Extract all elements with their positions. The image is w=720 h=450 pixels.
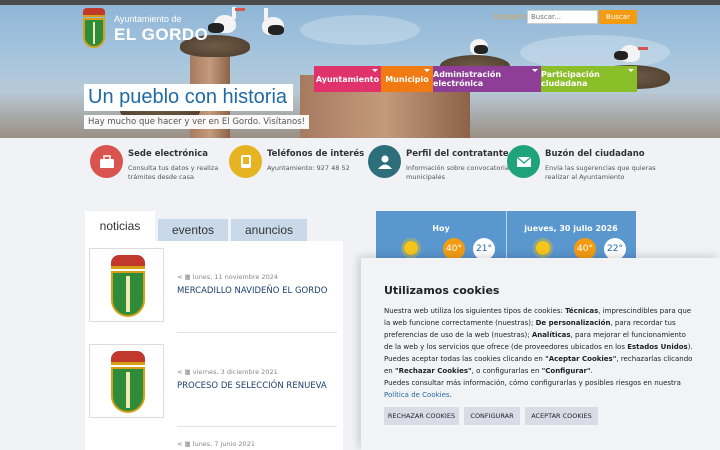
stork-wing-decoration [614, 51, 628, 60]
cookie-text-bold: Técnicas [565, 307, 599, 315]
tab-anuncios[interactable]: anuncios [231, 219, 307, 241]
coat-of-arms-thumbnail [89, 248, 164, 322]
nav-item-participacion-ciudadana[interactable]: Participación ciudadana [541, 66, 637, 92]
cookie-text-bold: "Rechazar Cookies" [394, 367, 472, 375]
site-logo[interactable]: Ayuntamiento de EL GORDO [82, 8, 208, 50]
hero-subtitle: Hay mucho que hacer y ver en El Gordo. V… [84, 115, 310, 129]
news-date-text: lunes, 11 noviembre 2024 [192, 273, 279, 281]
coat-of-arms-icon [82, 8, 106, 50]
nav-label: Municipio [385, 74, 429, 84]
cookie-text-part: . [449, 391, 452, 399]
logo-title: EL GORDO [114, 25, 209, 44]
cookie-text-bold: De personalización [535, 319, 611, 327]
cookie-text-part: ). [687, 343, 693, 351]
nav-label: Ayuntamiento [315, 74, 380, 84]
share-icon[interactable]: ⋖ [177, 368, 182, 376]
nav-item-ayuntamiento[interactable]: Ayuntamiento [314, 66, 381, 92]
weather-day-label: Hoy [432, 224, 450, 233]
nav-item-municipio[interactable]: Municipio [381, 66, 433, 92]
service-title: Sede electrónica [128, 149, 209, 159]
cookie-text-bold: Estados Unidos [627, 343, 688, 351]
cookie-text-bold: Analíticas [531, 331, 571, 339]
news-title[interactable]: PROCESO DE SELECCIÓN RENUEVA [177, 381, 327, 391]
stork-wing-decoration [268, 25, 284, 35]
search-input[interactable] [527, 10, 598, 24]
phone-icon [229, 145, 262, 178]
nav-label: Participación ciudadana [541, 70, 600, 88]
service-title: Perfil del contratante [406, 149, 509, 159]
reject-cookies-button[interactable]: RECHAZAR COOKIES [384, 407, 459, 425]
service-description: Consulta tus datos y realiza trámites de… [128, 164, 219, 182]
caret-down-icon [628, 69, 634, 72]
sun-icon [536, 241, 550, 255]
stork-beak-decoration [235, 8, 245, 11]
envelope-icon [507, 145, 540, 178]
cookie-text-bold: "Aceptar Cookies" [545, 355, 617, 363]
cookie-text-part: . [590, 367, 593, 375]
cookie-text-bold: "Configurar" [541, 367, 591, 375]
news-date: ⋖ ▦ lunes, 7 junio 2021 [177, 440, 255, 448]
news-title[interactable]: MERCADILLO NAVIDEÑO EL GORDO [177, 286, 327, 296]
briefcase-icon [90, 145, 123, 178]
calendar-icon: ▦ [184, 440, 191, 448]
tab-eventos[interactable]: eventos [158, 219, 228, 241]
coat-of-arms-thumbnail [89, 344, 164, 418]
stork-decoration [264, 8, 268, 20]
cloud-decoration [520, 35, 670, 70]
stork-wing-decoration [474, 45, 488, 54]
caret-down-icon [532, 69, 538, 72]
stork-wing-decoration [208, 23, 224, 33]
cookie-text-part: Puedes aceptar todas las cookies clicand… [384, 355, 546, 363]
cookie-text: Nuestra web utiliza los siguientes tipos… [384, 305, 696, 401]
hero-slogan-box: Un pueblo con historia [84, 84, 294, 111]
temperature-max: 40° [443, 238, 465, 260]
service-title: Teléfonos de interés [267, 149, 365, 159]
news-date: ⋖ ▦ viernes, 3 diciembre 2021 [177, 368, 278, 376]
nav-item-administracion-electronica[interactable]: Administración electrónica [433, 66, 541, 92]
calendar-icon: ▦ [184, 368, 191, 376]
tab-noticias[interactable]: noticias [85, 211, 155, 241]
calendar-icon: ▦ [184, 273, 191, 281]
news-date: ⋖ ▦ lunes, 11 noviembre 2024 [177, 273, 278, 281]
news-panel: ⋖ ▦ lunes, 11 noviembre 2024 MERCADILLO … [85, 241, 343, 450]
service-title: Buzón del ciudadano [545, 149, 645, 159]
share-icon[interactable]: ⋖ [177, 440, 182, 448]
weather-widget: Hoy 40° 21° jueves, 30 julio 2026 40° 22… [376, 211, 636, 261]
cookie-text-part: , o configurarlas en [471, 367, 542, 375]
person-icon [368, 145, 401, 178]
share-icon[interactable]: ⋖ [177, 273, 182, 281]
contact-link[interactable]: Contacto [494, 13, 526, 21]
cookie-text-part: Puedes consultar más información, cómo c… [384, 379, 681, 387]
cloud-decoration [300, 15, 420, 45]
service-description: Envía las sugerencias que quieras realiz… [545, 164, 656, 182]
divider [506, 211, 507, 261]
accept-cookies-button[interactable]: ACEPTAR COOKIES [525, 407, 598, 425]
service-description: Ayuntamiento: 927 48 52 [267, 164, 350, 172]
news-date-text: lunes, 7 junio 2021 [192, 440, 255, 448]
temperature-min: 22° [604, 238, 626, 260]
search-button[interactable]: Buscar [599, 10, 637, 24]
hero-slogan: Un pueblo con historia [88, 86, 288, 108]
configure-cookies-button[interactable]: CONFIGURAR [464, 407, 520, 425]
weather-day-label: jueves, 30 julio 2026 [524, 224, 618, 233]
caret-down-icon [424, 69, 430, 72]
nav-label: Administración electrónica [433, 70, 502, 88]
cookie-text-part: Nuestra web utiliza los siguientes tipos… [384, 307, 566, 315]
logo-subtitle: Ayuntamiento de [114, 14, 182, 24]
caret-down-icon [372, 69, 378, 72]
cookie-policy-link[interactable]: Política de Cookies [384, 391, 450, 399]
cookie-title: Utilizamos cookies [384, 284, 500, 297]
cookie-banner: Utilizamos cookies Nuestra web utiliza l… [361, 258, 720, 450]
news-date-text: viernes, 3 diciembre 2021 [192, 368, 278, 376]
temperature-min: 21° [473, 238, 495, 260]
sun-icon [404, 241, 418, 255]
service-description: Información sobre convocatorias municipa… [406, 164, 513, 182]
divider [177, 332, 337, 333]
temperature-max: 40° [574, 238, 596, 260]
divider [177, 426, 337, 427]
stork-beak-decoration [638, 47, 648, 50]
